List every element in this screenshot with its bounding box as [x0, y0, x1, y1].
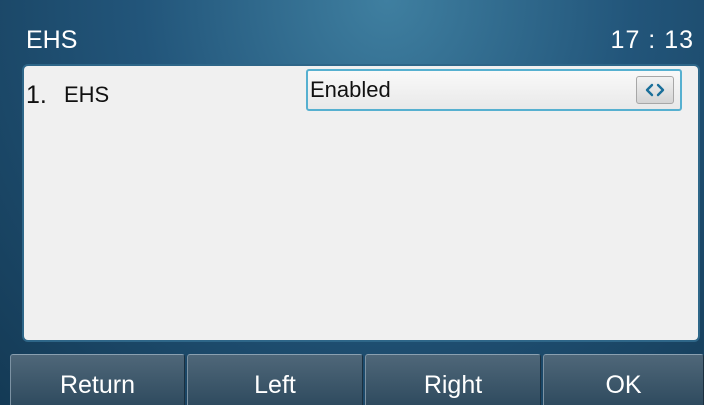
- right-softkey[interactable]: Right: [365, 354, 541, 405]
- setting-row-ehs[interactable]: 1. EHS Enabled: [24, 66, 698, 122]
- page-title: EHS: [26, 26, 78, 54]
- left-softkey[interactable]: Left: [187, 354, 363, 405]
- title-bar: EHS 17 : 13: [0, 0, 704, 62]
- value-switch-button[interactable]: [636, 76, 674, 104]
- ok-softkey[interactable]: OK: [543, 354, 704, 405]
- left-right-arrows-icon: [645, 83, 665, 97]
- softkey-bar: Return Left Right OK: [0, 354, 704, 405]
- row-index: 1.: [26, 81, 47, 109]
- clock: 17 : 13: [610, 26, 694, 54]
- settings-panel: 1. EHS Enabled: [24, 66, 698, 340]
- ehs-value: Enabled: [310, 77, 391, 102]
- ehs-value-selector[interactable]: Enabled: [306, 69, 682, 111]
- phone-screen: EHS 17 : 13 1. EHS Enabled Return Left R…: [0, 0, 704, 405]
- row-label: EHS: [64, 82, 110, 107]
- return-softkey[interactable]: Return: [10, 354, 185, 405]
